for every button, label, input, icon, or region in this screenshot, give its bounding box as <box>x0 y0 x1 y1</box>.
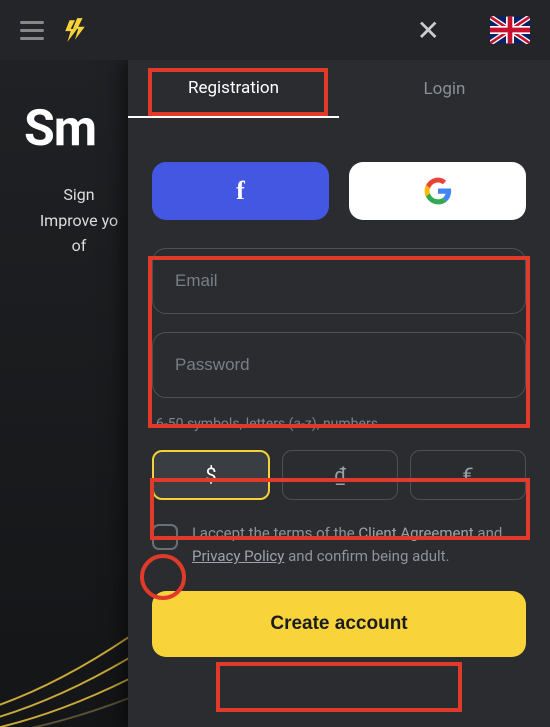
tab-login[interactable]: Login <box>339 60 550 118</box>
currency-selector: $ ₫ € <box>152 450 526 500</box>
facebook-login-button[interactable]: f <box>152 162 329 220</box>
google-login-button[interactable] <box>349 162 526 220</box>
uk-flag-icon[interactable] <box>490 16 530 44</box>
accept-terms-text: I accept the terms of the Client Agreeme… <box>192 522 526 569</box>
auth-tabs: Registration Login <box>128 60 550 118</box>
facebook-icon: f <box>236 176 245 206</box>
create-account-label: Create account <box>270 613 407 634</box>
currency-option-usd[interactable]: $ <box>152 450 270 500</box>
accept-terms-checkbox[interactable] <box>152 524 178 550</box>
app-logo-icon <box>62 17 88 43</box>
close-icon[interactable]: ✕ <box>407 10 450 51</box>
client-agreement-link[interactable]: Client Agreement <box>358 524 473 542</box>
tab-registration[interactable]: Registration <box>128 60 339 118</box>
background-subtitle: Sign Improve yo of <box>24 182 134 259</box>
auth-panel: Registration Login f 6-50 symbols, lette… <box>128 60 550 727</box>
accept-terms-row: I accept the terms of the Client Agreeme… <box>152 522 526 569</box>
google-icon <box>424 177 452 205</box>
currency-option-vnd[interactable]: ₫ <box>282 450 398 500</box>
currency-option-eur[interactable]: € <box>410 450 526 500</box>
hamburger-icon[interactable] <box>20 21 44 40</box>
create-account-button[interactable]: Create account <box>152 591 526 657</box>
email-field[interactable] <box>152 248 526 314</box>
privacy-policy-link[interactable]: Privacy Policy <box>192 547 284 565</box>
social-login-row: f <box>152 162 526 220</box>
top-bar: ✕ <box>0 0 550 60</box>
credentials-group <box>152 248 526 416</box>
password-field[interactable] <box>152 332 526 398</box>
password-hint: 6-50 symbols, letters (a-z), numbers <box>156 416 526 432</box>
